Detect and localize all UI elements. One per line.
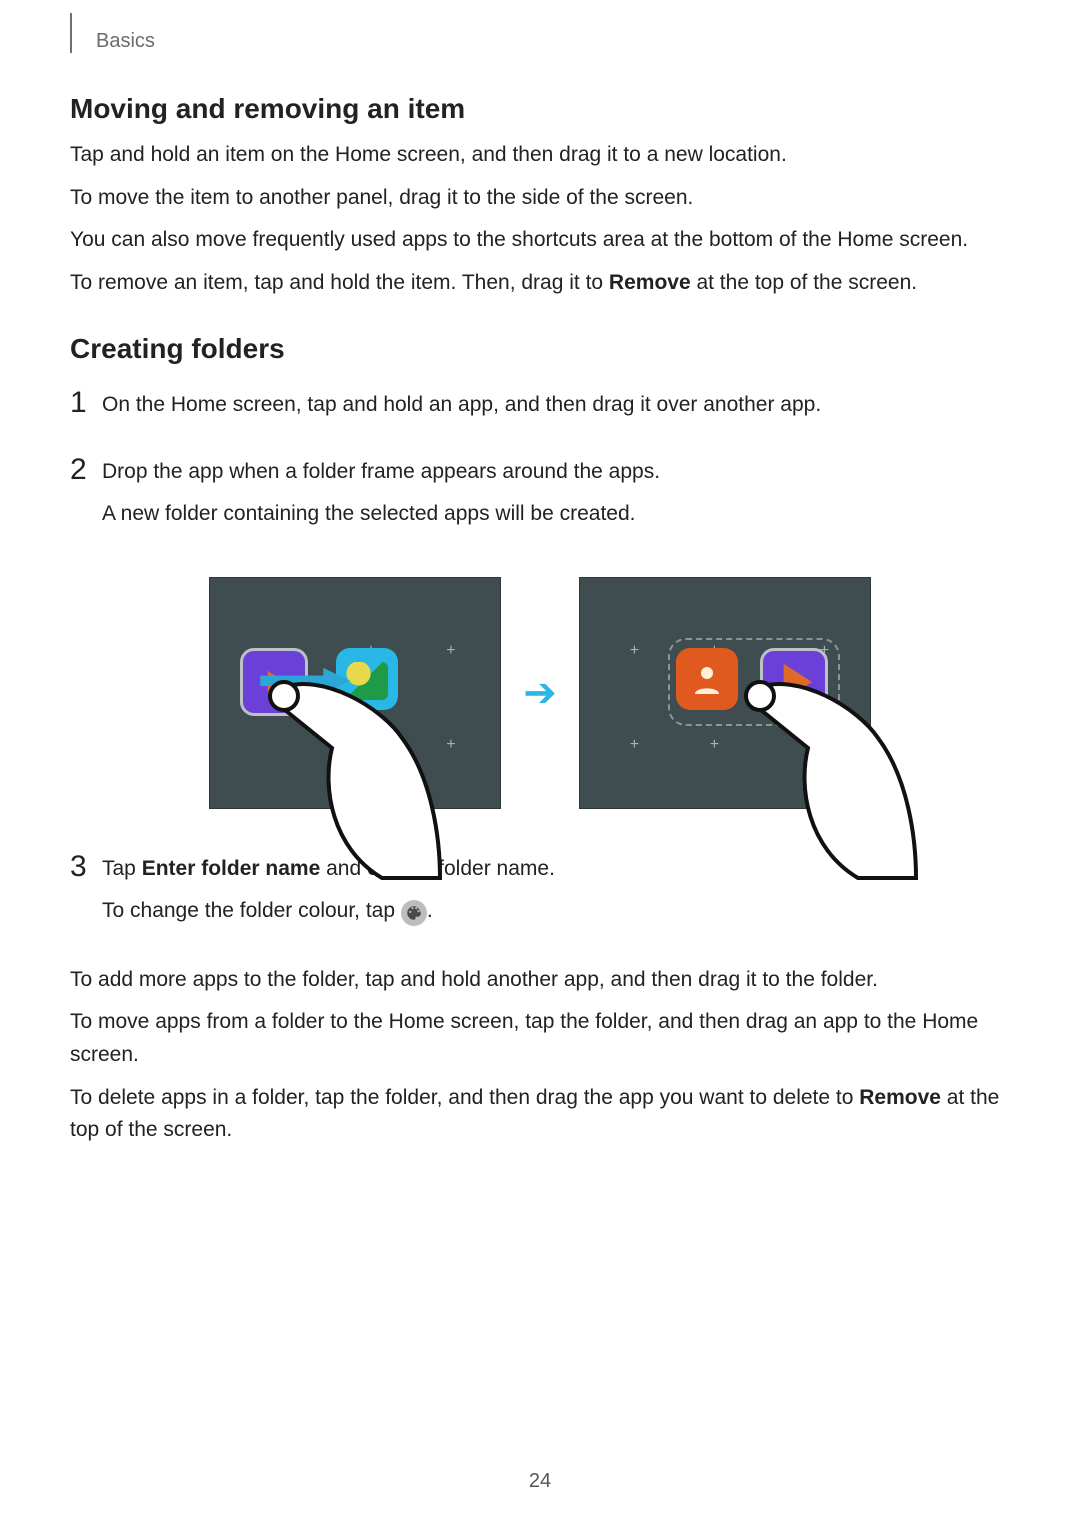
text: To change the folder colour, tap xyxy=(102,899,401,922)
text-bold-remove: Remove xyxy=(609,271,691,294)
step-row: 1 On the Home screen, tap and hold an ap… xyxy=(70,385,1010,432)
text: To remove an item, tap and hold the item… xyxy=(70,271,609,294)
text: Tap xyxy=(102,857,142,880)
grid-dot-icon: + xyxy=(630,642,639,660)
arrow-right-icon: ➔ xyxy=(523,670,557,716)
paragraph: To add more apps to the folder, tap and … xyxy=(70,964,1010,997)
palette-icon xyxy=(401,900,427,926)
breadcrumb: Basics xyxy=(70,30,1010,53)
figure-panel-right: + + + + + xyxy=(579,577,871,809)
paragraph: Tap and hold an item on the Home screen,… xyxy=(70,139,1010,172)
paragraph: To remove an item, tap and hold the item… xyxy=(70,267,1010,300)
text-bold-remove: Remove xyxy=(859,1086,941,1109)
figure-create-folder: + + + + ➔ + + + + + xyxy=(70,577,1010,809)
step-text: A new folder containing the selected app… xyxy=(102,498,1010,531)
step-number: 3 xyxy=(70,849,102,938)
paragraph: You can also move frequently used apps t… xyxy=(70,224,1010,257)
text: To delete apps in a folder, tap the fold… xyxy=(70,1086,859,1109)
breadcrumb-label: Basics xyxy=(96,30,155,53)
step-text: To change the folder colour, tap . xyxy=(102,895,1010,928)
heading-creating-folders: Creating folders xyxy=(70,333,1010,365)
step-text: On the Home screen, tap and hold an app,… xyxy=(102,389,1010,422)
page-number: 24 xyxy=(0,1470,1080,1493)
paragraph: To move the item to another panel, drag … xyxy=(70,182,1010,215)
grid-dot-icon: + xyxy=(446,642,455,660)
heading-moving-removing: Moving and removing an item xyxy=(70,93,1010,125)
person-icon xyxy=(689,661,725,697)
step-number: 1 xyxy=(70,385,102,432)
paragraph: To delete apps in a folder, tap the fold… xyxy=(70,1082,1010,1147)
step-text: Drop the app when a folder frame appears… xyxy=(102,456,1010,489)
hand-gesture-icon xyxy=(262,678,442,888)
grid-dot-icon: + xyxy=(710,736,719,754)
breadcrumb-divider xyxy=(70,13,72,53)
hand-gesture-icon xyxy=(738,678,918,888)
step-number: 2 xyxy=(70,452,102,541)
grid-dot-icon: + xyxy=(446,736,455,754)
paragraph: To move apps from a folder to the Home s… xyxy=(70,1006,1010,1071)
app-icon-contacts xyxy=(676,648,738,710)
text: at the top of the screen. xyxy=(691,271,917,294)
grid-dot-icon: + xyxy=(630,736,639,754)
step-row: 2 Drop the app when a folder frame appea… xyxy=(70,452,1010,541)
figure-panel-left: + + + + xyxy=(209,577,501,809)
text: . xyxy=(427,899,433,922)
